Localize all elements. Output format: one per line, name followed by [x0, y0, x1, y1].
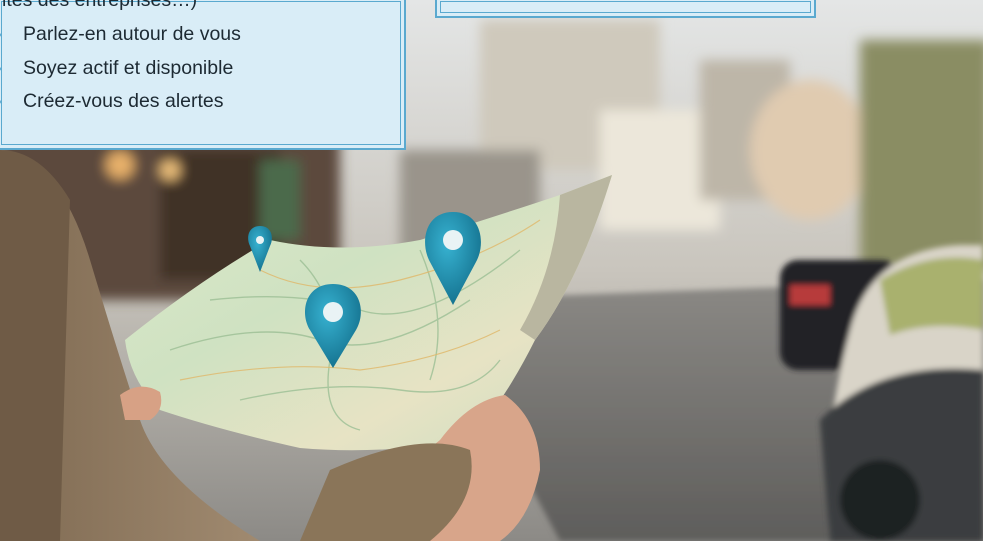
list-item: •Parlez-en autour de vous	[0, 22, 241, 48]
bullet-icon: •	[0, 91, 10, 115]
list-item: •Créez-vous des alertes	[0, 89, 224, 115]
list-item: •Soyez actif et disponible	[0, 56, 233, 82]
tips-cut-line: ites des entreprises…)	[2, 0, 198, 11]
bullet-icon: •	[0, 58, 10, 82]
info-box-top	[435, 0, 816, 18]
tips-box: ites des entreprises…) •Parlez-en autour…	[0, 0, 406, 150]
bullet-icon: •	[0, 24, 10, 48]
